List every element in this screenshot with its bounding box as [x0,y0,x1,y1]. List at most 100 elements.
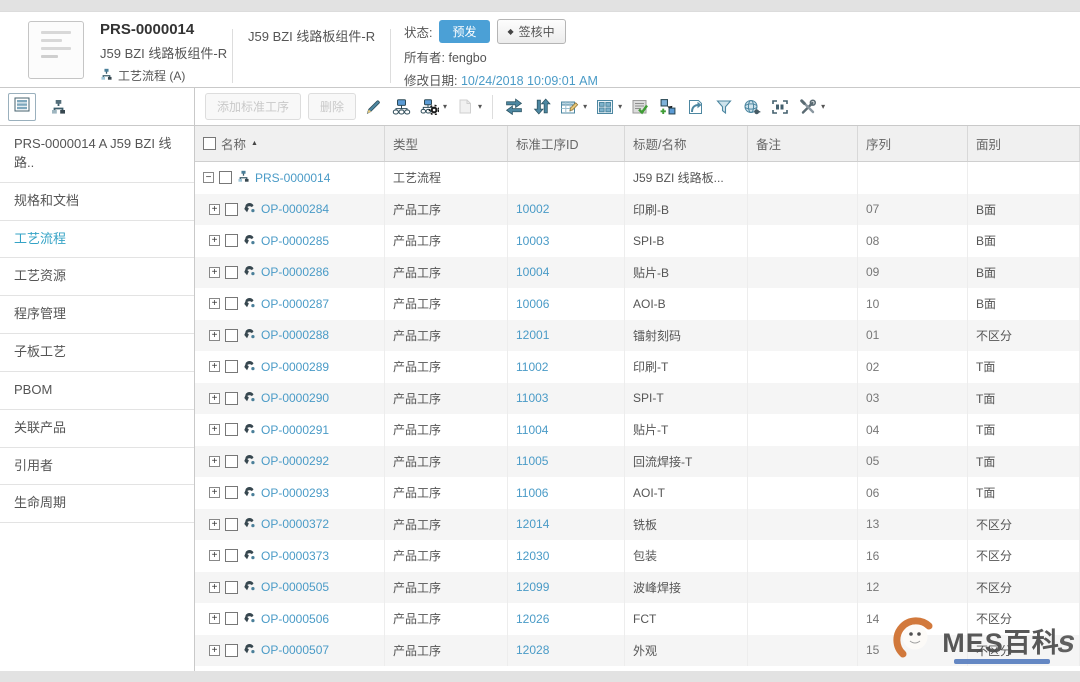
row-op-id-link[interactable]: 12099 [516,580,549,594]
frame-icon[interactable] [769,94,790,120]
select-all-checkbox[interactable] [203,137,216,150]
table-row[interactable]: − PRS-0000014 工艺流程 J59 BZI 线路板... [195,162,1080,194]
row-expander[interactable]: + [209,424,220,435]
row-name-link[interactable]: PRS-0000014 [255,171,330,185]
row-op-id-link[interactable]: 11005 [516,454,548,468]
row-op-id-link[interactable]: 10003 [516,234,549,248]
row-name-link[interactable]: OP-0000286 [261,265,329,279]
row-op-id-link[interactable]: 11006 [516,486,548,500]
table-row[interactable]: + OP-0000288 产品工序 12001 镭射刻码 01 不区分 [195,320,1080,352]
row-name-link[interactable]: OP-0000285 [261,234,329,248]
row-op-id-link[interactable]: 12014 [516,517,549,531]
column-header-title[interactable]: 标题/名称 [625,126,748,161]
row-checkbox[interactable] [225,360,238,373]
row-expander[interactable]: − [203,172,214,183]
row-name-link[interactable]: OP-0000288 [261,328,329,342]
table-edit-icon[interactable] [559,94,580,120]
row-expander[interactable]: + [209,550,220,561]
row-checkbox[interactable] [225,612,238,625]
row-op-id-link[interactable]: 12030 [516,549,549,563]
list-view-toggle-button[interactable] [8,93,36,121]
row-name-link[interactable]: OP-0000292 [261,454,329,468]
row-expander[interactable]: + [209,645,220,656]
row-checkbox[interactable] [225,234,238,247]
sidebar-item[interactable]: 生命周期 [0,485,194,523]
row-op-id-link[interactable]: 10006 [516,297,549,311]
row-name-link[interactable]: OP-0000290 [261,391,329,405]
column-header-op-id[interactable]: 标准工序ID [508,126,625,161]
row-expander[interactable]: + [209,298,220,309]
add-standard-operation-button[interactable]: 添加标准工序 [205,93,301,120]
filter-icon[interactable] [713,94,734,120]
row-expander[interactable]: + [209,487,220,498]
sidebar-item[interactable]: 规格和文档 [0,183,194,221]
sidebar-item[interactable]: 工艺资源 [0,258,194,296]
hierarchy-icon[interactable] [391,94,412,120]
renumber-icon[interactable] [531,94,552,120]
row-checkbox[interactable] [225,581,238,594]
row-expander[interactable]: + [209,235,220,246]
row-name-link[interactable]: OP-0000507 [261,643,329,657]
row-name-link[interactable]: OP-0000372 [261,517,329,531]
row-op-id-link[interactable]: 11002 [516,360,548,374]
row-expander[interactable]: + [209,204,220,215]
reorder-icon[interactable] [503,94,524,120]
row-checkbox[interactable] [225,329,238,342]
column-header-remark[interactable]: 备注 [748,126,858,161]
sidebar-item[interactable]: 引用者 [0,448,194,486]
row-checkbox[interactable] [225,455,238,468]
tools-caret-icon[interactable]: ▾ [821,102,825,111]
row-name-link[interactable]: OP-0000373 [261,549,329,563]
sidebar-item[interactable]: 关联产品 [0,410,194,448]
row-name-link[interactable]: OP-0000289 [261,360,329,374]
delete-button[interactable]: 删除 [308,93,356,120]
column-header-type[interactable]: 类型 [385,126,508,161]
table-row[interactable]: + OP-0000289 产品工序 11002 印刷-T 02 T面 [195,351,1080,383]
table-row[interactable]: + OP-0000372 产品工序 12014 铣板 13 不区分 [195,509,1080,541]
row-name-link[interactable]: OP-0000505 [261,580,329,594]
sidebar-item[interactable]: PRS-0000014 A J59 BZI 线路.. [0,126,194,183]
row-expander[interactable]: + [209,393,220,404]
table-row[interactable]: + OP-0000505 产品工序 12099 波峰焊接 12 不区分 [195,572,1080,604]
table-row[interactable]: + OP-0000285 产品工序 10003 SPI-B 08 B面 [195,225,1080,257]
row-checkbox[interactable] [225,644,238,657]
row-expander[interactable]: + [209,361,220,372]
hierarchy-settings-caret-icon[interactable]: ▾ [443,102,447,111]
row-op-id-link[interactable]: 10002 [516,202,549,216]
sidebar-item[interactable]: 子板工艺 [0,334,194,372]
row-op-id-link[interactable]: 12001 [516,328,549,342]
row-checkbox[interactable] [225,266,238,279]
checklist-icon[interactable] [629,94,650,120]
row-name-link[interactable]: OP-0000287 [261,297,329,311]
sidebar-item[interactable]: 程序管理 [0,296,194,334]
signoff-button[interactable]: ◆ 签核中 [497,19,566,44]
row-checkbox[interactable] [225,423,238,436]
row-op-id-link[interactable]: 12028 [516,643,549,657]
hierarchy-settings-icon[interactable] [419,94,440,120]
table-row[interactable]: + OP-0000287 产品工序 10006 AOI-B 10 B面 [195,288,1080,320]
row-name-link[interactable]: OP-0000291 [261,423,329,437]
table-row[interactable]: + OP-0000284 产品工序 10002 印刷-B 07 B面 [195,194,1080,226]
row-op-id-link[interactable]: 11004 [516,423,548,437]
table-row[interactable]: + OP-0000291 产品工序 11004 贴片-T 04 T面 [195,414,1080,446]
column-header-sequence[interactable]: 序列 [858,126,968,161]
edit-icon[interactable] [363,94,384,120]
row-expander[interactable]: + [209,582,220,593]
row-checkbox[interactable] [225,486,238,499]
row-checkbox[interactable] [225,549,238,562]
row-name-link[interactable]: OP-0000506 [261,612,329,626]
table-row[interactable]: + OP-0000286 产品工序 10004 贴片-B 09 B面 [195,257,1080,289]
table-row[interactable]: + OP-0000373 产品工序 12030 包装 16 不区分 [195,540,1080,572]
column-header-name[interactable]: 名称 ▲ [195,126,385,161]
process-icon[interactable] [48,94,69,120]
column-header-side[interactable]: 面别 [968,126,1080,161]
row-checkbox[interactable] [225,297,238,310]
row-expander[interactable]: + [209,519,220,530]
table-row[interactable]: + OP-0000290 产品工序 11003 SPI-T 03 T面 [195,383,1080,415]
row-expander[interactable]: + [209,267,220,278]
row-op-id-link[interactable]: 12026 [516,612,549,626]
row-checkbox[interactable] [225,203,238,216]
row-op-id-link[interactable]: 10004 [516,265,549,279]
table-row[interactable]: + OP-0000293 产品工序 11006 AOI-T 06 T面 [195,477,1080,509]
sidebar-item[interactable]: 工艺流程 [0,221,194,259]
